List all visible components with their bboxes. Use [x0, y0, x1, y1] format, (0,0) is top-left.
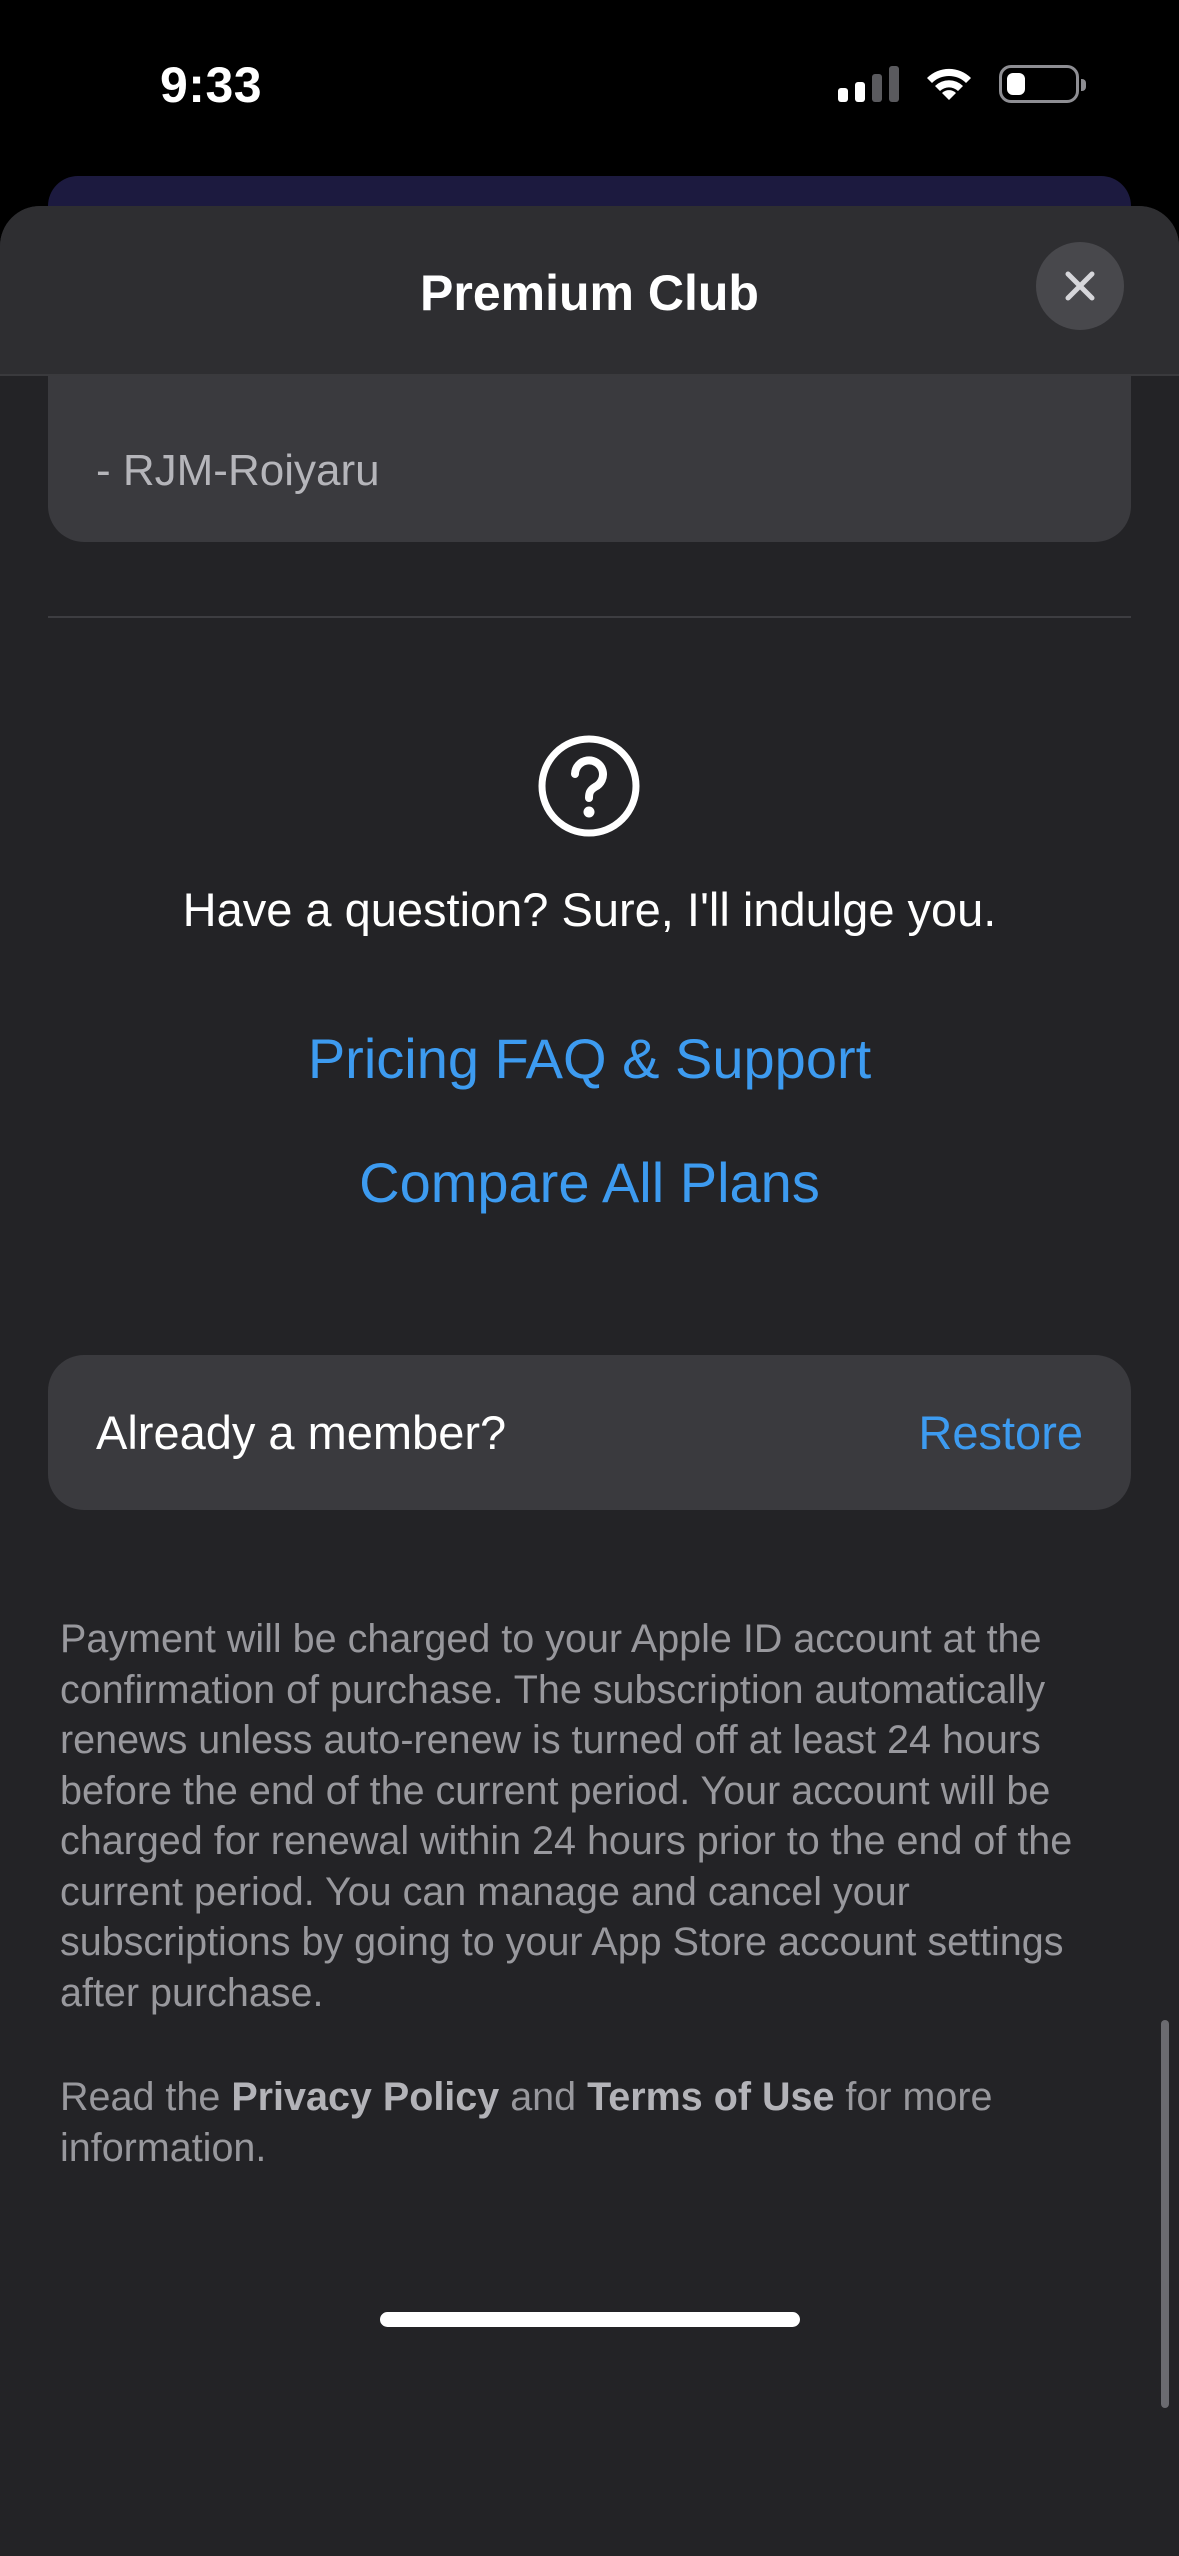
premium-club-sheet: - RJM-Roiyaru Premium Club Have a questi… [0, 206, 1179, 2556]
sheet-title: Premium Club [420, 265, 759, 321]
privacy-policy-link[interactable]: Privacy Policy [231, 2075, 499, 2119]
terms-of-use-link[interactable]: Terms of Use [587, 2075, 834, 2119]
divider [48, 616, 1131, 618]
and-text: and [510, 2075, 577, 2119]
pricing-faq-link[interactable]: Pricing FAQ & Support [0, 1026, 1179, 1091]
member-card: Already a member? Restore [48, 1355, 1131, 1510]
restore-button[interactable]: Restore [918, 1405, 1083, 1460]
member-label: Already a member? [96, 1406, 507, 1459]
close-icon [1065, 271, 1095, 301]
status-icons [838, 64, 1086, 104]
policy-links-text: Read the Privacy Policy and Terms of Use… [60, 2072, 1120, 2173]
sheet-header: Premium Club [0, 206, 1179, 376]
status-time: 9:33 [160, 57, 263, 113]
home-indicator[interactable] [380, 2312, 800, 2327]
compare-plans-link[interactable]: Compare All Plans [0, 1150, 1179, 1215]
question-circle-icon [538, 735, 640, 837]
read-the-text: Read the [60, 2075, 221, 2119]
review-author: - RJM-Roiyaru [96, 446, 380, 495]
signal-icon [838, 66, 899, 102]
help-text: Have a question? Sure, I'll indulge you. [182, 883, 997, 936]
close-button[interactable] [1036, 242, 1124, 330]
payment-terms-text: Payment will be charged to your Apple ID… [60, 1617, 1073, 2015]
scrollbar[interactable] [1161, 2020, 1169, 2408]
screen: 9:33 - RJM-Roiyaru Premium Club Have a q… [0, 0, 1179, 2556]
wifi-icon [927, 68, 971, 100]
review-card: - RJM-Roiyaru [48, 376, 1131, 542]
battery-icon [999, 65, 1086, 103]
